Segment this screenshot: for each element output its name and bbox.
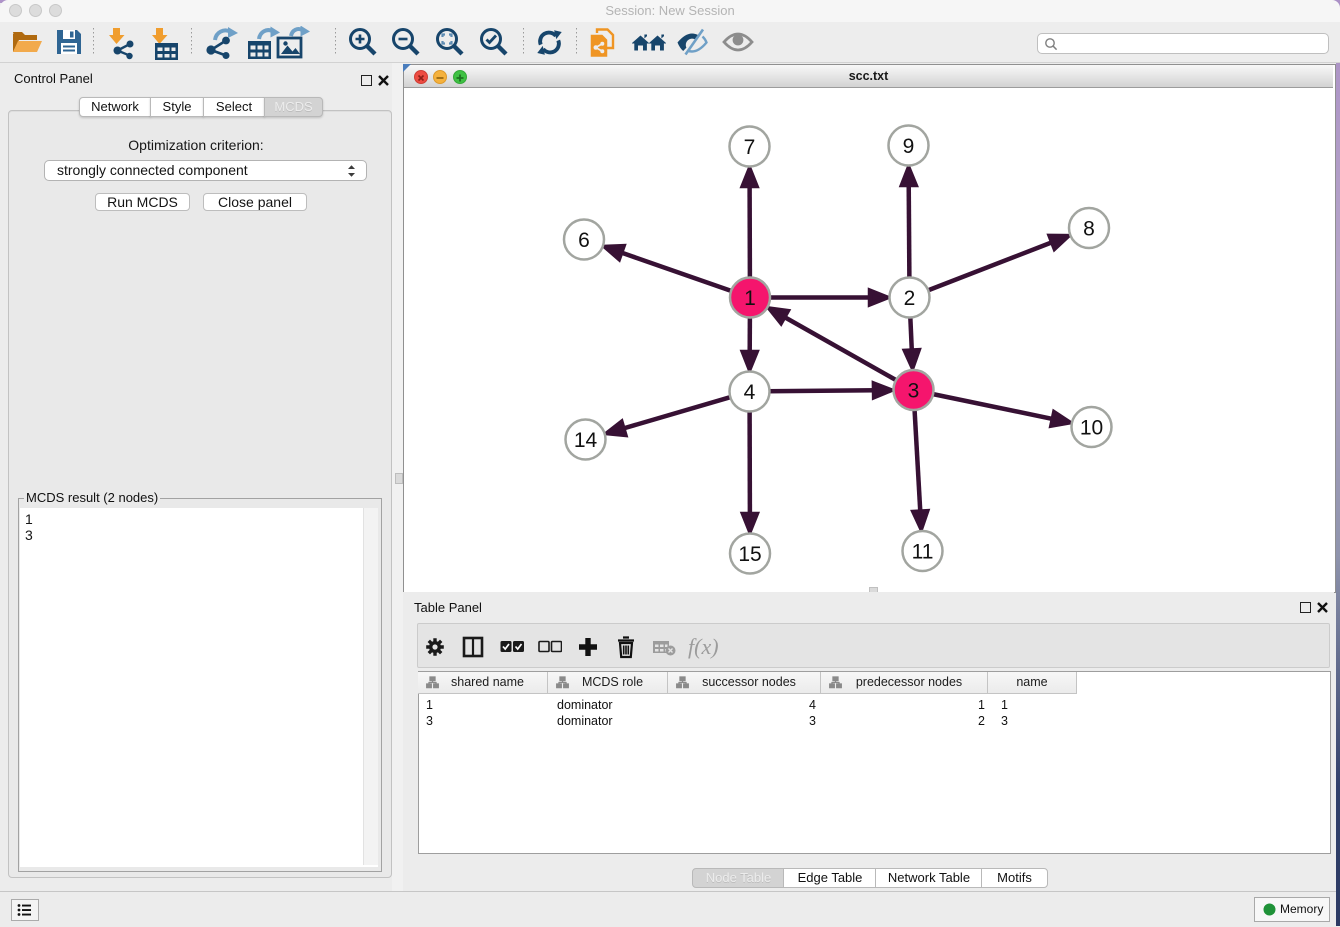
svg-text:15: 15 [738, 543, 761, 566]
svg-text:14: 14 [574, 429, 598, 452]
svg-text:2: 2 [904, 287, 916, 310]
svg-text:4: 4 [744, 381, 756, 404]
svg-text:7: 7 [744, 136, 756, 159]
svg-text:6: 6 [578, 229, 590, 252]
svg-text:8: 8 [1083, 218, 1095, 241]
svg-text:9: 9 [903, 135, 915, 158]
svg-text:10: 10 [1080, 417, 1103, 440]
svg-text:1: 1 [744, 287, 756, 310]
svg-text:3: 3 [908, 380, 920, 403]
svg-text:11: 11 [912, 541, 934, 564]
